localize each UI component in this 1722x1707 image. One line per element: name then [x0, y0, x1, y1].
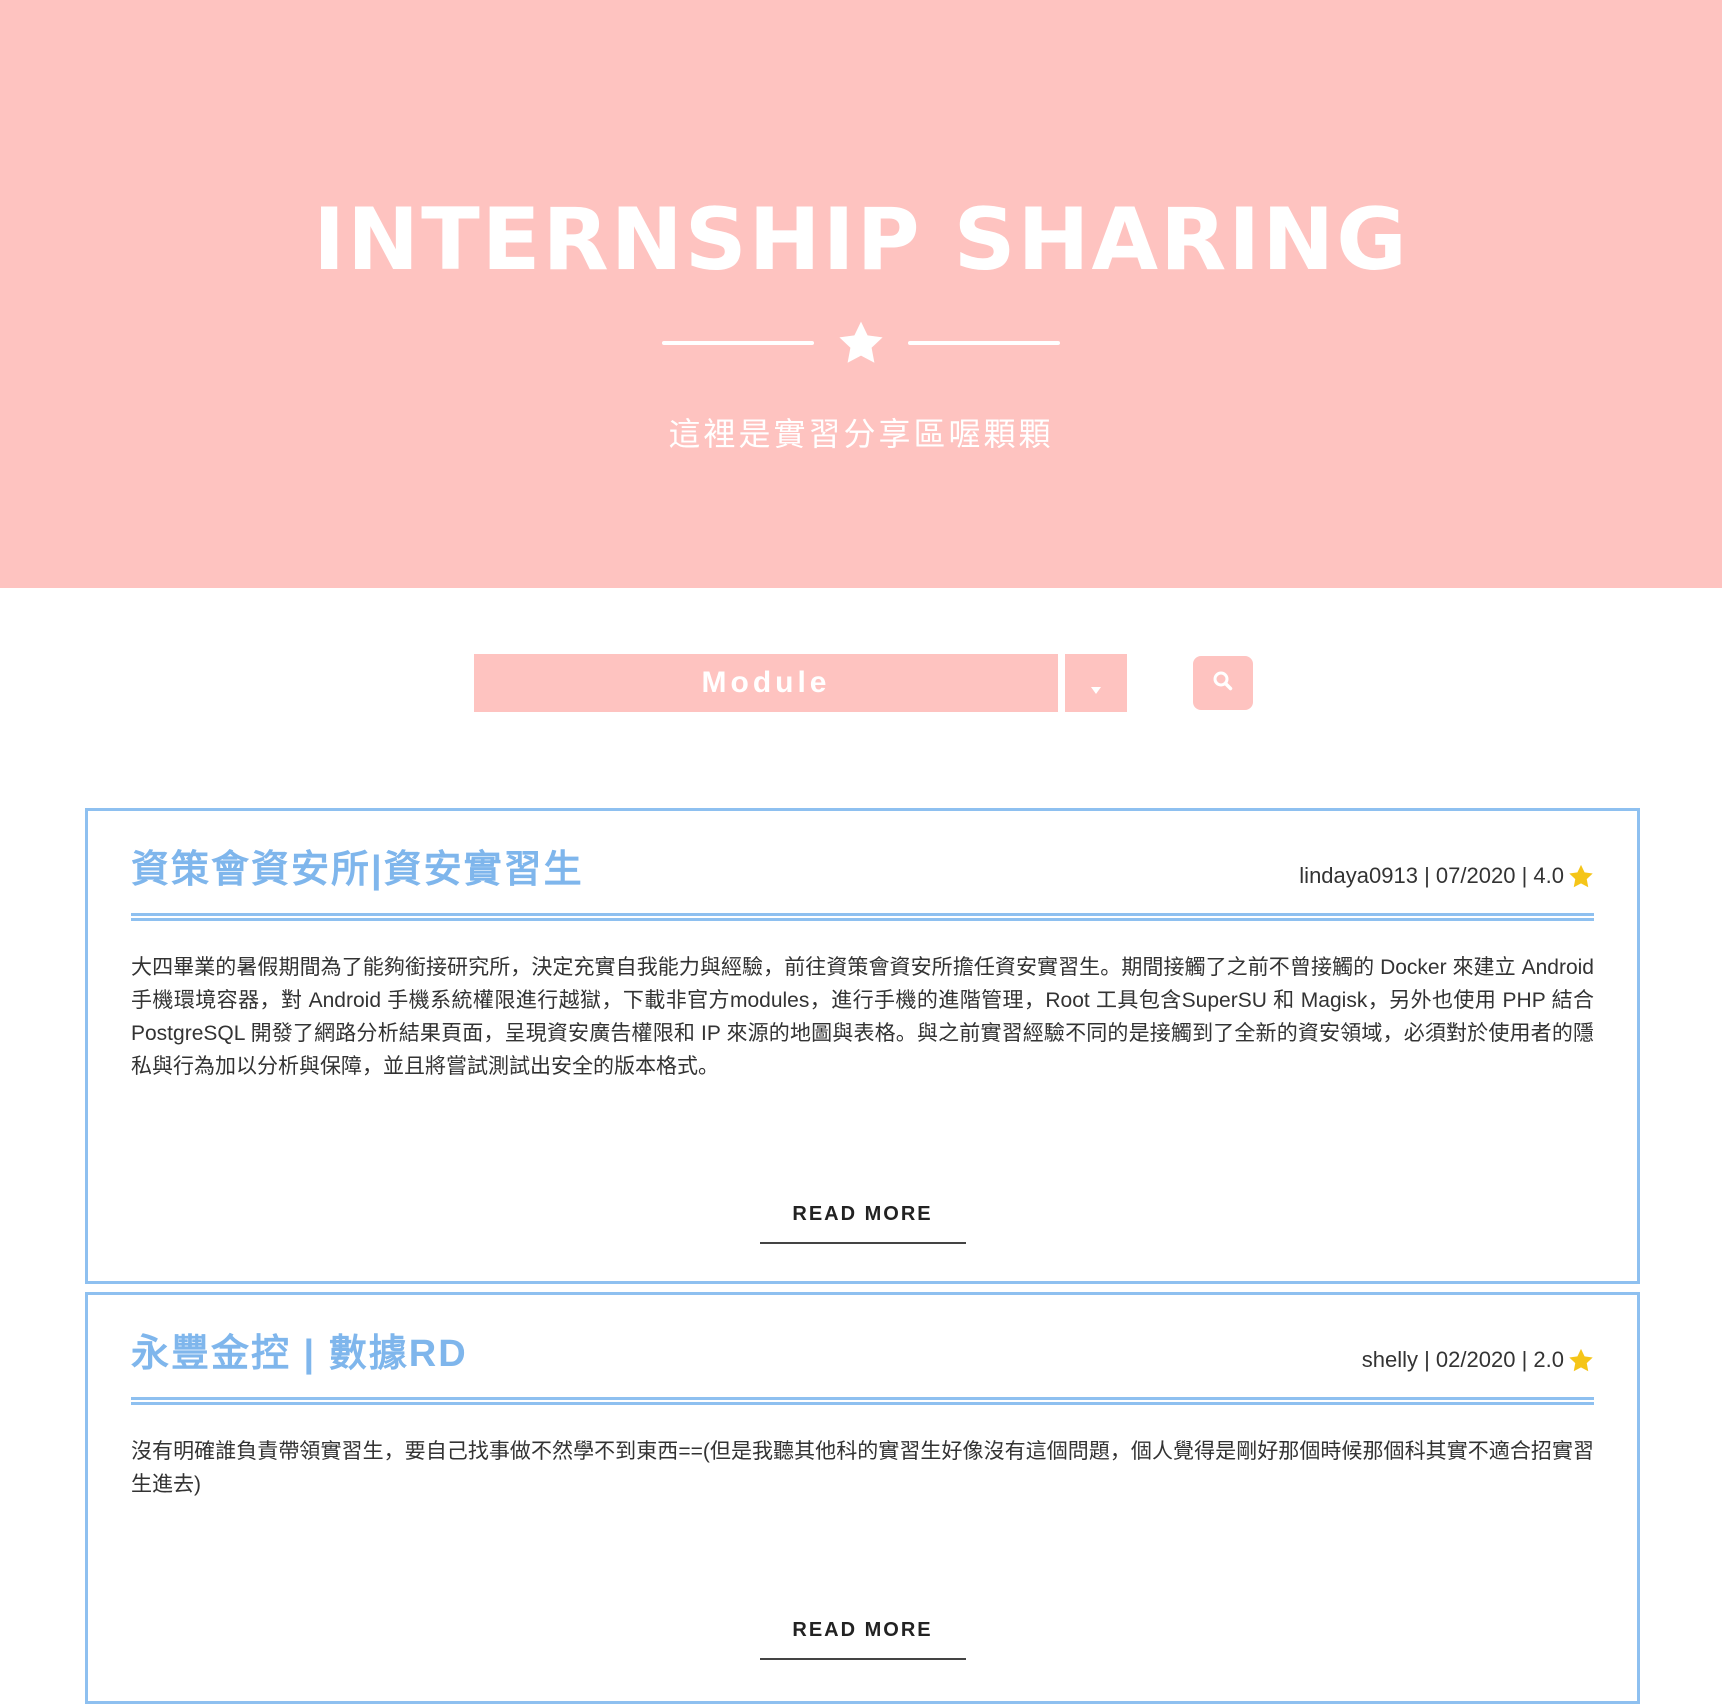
page-title: INTERNSHIP SHARING	[313, 190, 1409, 290]
post-card: 資策會資安所|資安實習生 lindaya0913 | 07/2020 | 4.0…	[85, 808, 1640, 1284]
hero-banner: INTERNSHIP SHARING 這裡是實習分享區喔顆顆	[0, 0, 1722, 588]
search-icon	[1212, 670, 1234, 697]
post-title[interactable]: 永豐金控 | 數據RD	[131, 1329, 468, 1379]
post-excerpt: 大四畢業的暑假期間為了能夠銜接研究所，決定充實自我能力與經驗，前往資策會資安所擔…	[131, 956, 1594, 1078]
star-icon	[836, 320, 886, 366]
post-date: 07/2020	[1435, 863, 1516, 888]
page-subtitle: 這裡是實習分享區喔顆顆	[668, 416, 1054, 452]
rating-star-icon	[1568, 864, 1594, 889]
meta-separator: |	[1515, 1347, 1534, 1372]
post-meta: shelly | 02/2020 | 2.0	[1362, 1345, 1594, 1375]
post-title[interactable]: 資策會資安所|資安實習生	[131, 845, 584, 895]
title-divider	[0, 318, 1722, 368]
chevron-down-icon	[1090, 682, 1102, 698]
rating-star-icon	[1568, 1348, 1594, 1373]
divider-line-right	[908, 341, 1060, 345]
post-rating: 4.0	[1533, 863, 1564, 888]
post-date: 02/2020	[1435, 1347, 1516, 1372]
read-more-link[interactable]: READ MORE	[759, 1619, 966, 1660]
meta-separator: |	[1515, 863, 1534, 888]
divider-line-left	[662, 341, 814, 345]
module-select[interactable]: Module	[474, 654, 1058, 712]
post-card: 永豐金控 | 數據RD shelly | 02/2020 | 2.0 沒有明確誰…	[85, 1292, 1640, 1704]
title-rule	[131, 1397, 1594, 1405]
post-excerpt: 沒有明確誰負責帶領實習生，要自己找事做不然學不到東西==(但是我聽其他科的實習生…	[131, 1440, 1594, 1496]
post-meta: lindaya0913 | 07/2020 | 4.0	[1299, 861, 1594, 891]
module-select-label: Module	[701, 666, 831, 699]
post-author: lindaya0913	[1299, 863, 1418, 888]
module-dropdown-button[interactable]	[1065, 654, 1127, 712]
search-button[interactable]	[1193, 656, 1253, 710]
post-rating: 2.0	[1533, 1347, 1564, 1372]
post-author: shelly	[1361, 1347, 1418, 1372]
read-more-link[interactable]: READ MORE	[759, 1203, 966, 1244]
title-rule	[131, 913, 1594, 921]
meta-separator: |	[1417, 1347, 1436, 1372]
meta-separator: |	[1417, 863, 1436, 888]
